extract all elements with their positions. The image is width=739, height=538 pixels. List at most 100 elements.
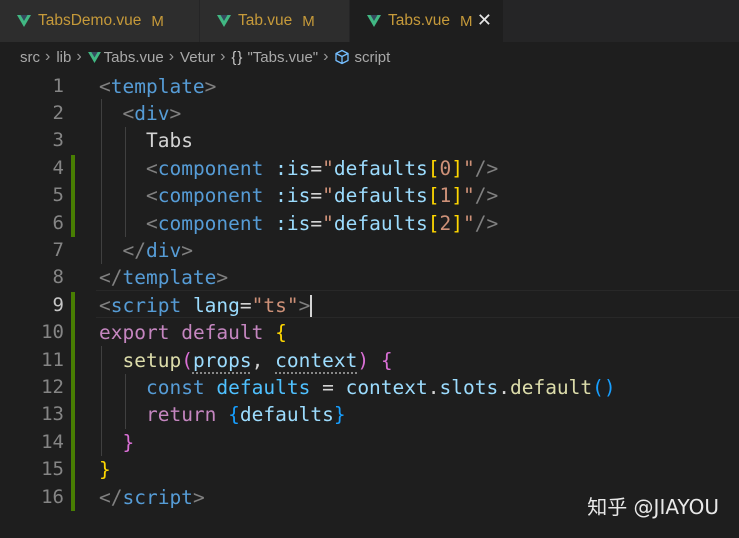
line-number: 9 [52,293,64,316]
code-token: > [204,74,217,98]
code-token: = [310,184,323,208]
vue-file-icon [367,15,381,27]
code-text: <component :is="defaults[0]"/> [99,155,498,182]
code-token: { [275,321,287,345]
code-token: lang [181,293,240,317]
code-token: . [427,375,440,399]
vue-file-icon [217,15,231,27]
code-line[interactable]: 10 export default { [0,319,739,346]
line-number: 8 [52,266,64,289]
tab-tabsdemo-vue[interactable]: TabsDemo.vue M [0,0,200,42]
breadcrumb-item-lib[interactable]: lib [56,49,71,66]
code-token: defaults [333,156,428,180]
code-text: <component :is="defaults[2]"/> [99,210,498,237]
code-token: = [310,156,323,180]
line-number: 3 [52,129,64,152]
code-token: < [122,101,135,125]
code-token: , [251,348,276,372]
code-text: </script> [99,484,205,511]
vue-file-icon [17,15,31,27]
line-number: 1 [52,74,64,97]
modified-badge: M [302,12,315,30]
code-line[interactable]: 8 </template> [0,264,739,291]
code-token: "ts" [251,293,299,317]
line-number: 16 [41,485,64,508]
code-token: ] [451,156,464,180]
line-number: 15 [41,458,64,481]
vue-file-icon [87,51,101,63]
line-number: 5 [52,184,64,207]
code-token: " [322,156,334,180]
code-text: return {defaults} [99,401,346,428]
code-token: component [157,156,264,180]
code-line[interactable]: 2 <div> [0,100,739,127]
code-token: /> [474,156,499,180]
code-token: /> [474,211,499,235]
code-token: = [310,375,346,399]
code-text: <script lang="ts"> [99,292,313,319]
code-token: ( [181,348,193,372]
code-token: const [145,375,205,399]
code-line[interactable]: 9 <script lang="ts"> [0,292,739,319]
code-line[interactable]: 15} [0,456,739,483]
code-text: <component :is="defaults[1]"/> [99,182,498,209]
code-token: slots [439,375,499,399]
code-line[interactable]: 11 setup(props, context) { [0,347,739,374]
watermark: 知乎 @JIAYOU [587,495,719,519]
code-token: ] [451,211,464,235]
code-token: " [322,211,334,235]
code-token: " [463,211,475,235]
chevron-right-icon: › [220,48,226,65]
line-number: 12 [41,375,64,398]
close-icon[interactable]: ✕ [477,10,492,30]
code-token: } [333,403,346,427]
breadcrumb-item-module[interactable]: "Tabs.vue" [247,49,318,66]
code-line[interactable]: 4 <component :is="defaults[0]"/> [0,155,739,182]
line-number: 13 [41,403,64,426]
code-token: props [192,348,252,372]
breadcrumb-item-file[interactable]: Tabs.vue [104,49,164,66]
code-editor[interactable]: 1 <template> 2 <div> 3 Tabs 4 <component :is… [0,72,739,538]
code-token: :is [263,156,311,180]
code-line[interactable]: 3 Tabs [0,127,739,154]
code-token: </ [99,266,123,290]
breadcrumb-item-script[interactable]: script [354,49,390,66]
code-token: > [181,238,193,262]
code-line[interactable]: 5 <component :is="defaults[1]"/> [0,182,739,209]
code-token: defaults [333,184,428,208]
code-line[interactable]: 7 </div> [0,237,739,264]
code-text: } [99,456,111,483]
line-number: 4 [52,156,64,179]
breadcrumb-item-src[interactable]: src [20,49,40,66]
code-line[interactable]: 6 <component :is="defaults[2]"/> [0,210,739,237]
tab-label: TabsDemo.vue [38,12,142,29]
code-token: " [463,156,475,180]
code-token: div [134,101,170,125]
code-line[interactable]: 12 const defaults = context.slots.defaul… [0,374,739,401]
code-text: } [99,429,134,456]
code-line[interactable]: 13 return {defaults} [0,401,739,428]
code-token: > [216,266,229,290]
tab-tabs-vue[interactable]: Tabs.vue M ✕ [350,0,504,42]
code-line[interactable]: 14 } [0,429,739,456]
line-number: 10 [41,321,64,344]
code-token: ] [451,184,464,208]
code-token: defaults [333,211,428,235]
code-line[interactable]: 1 <template> [0,73,739,100]
chevron-right-icon: › [76,48,82,65]
code-token: export [99,321,170,345]
code-text: <div> [99,100,181,127]
tab-tab-vue[interactable]: Tab.vue M [200,0,350,42]
code-token: template [122,266,217,290]
breadcrumb-item-vetur[interactable]: Vetur [180,49,215,66]
